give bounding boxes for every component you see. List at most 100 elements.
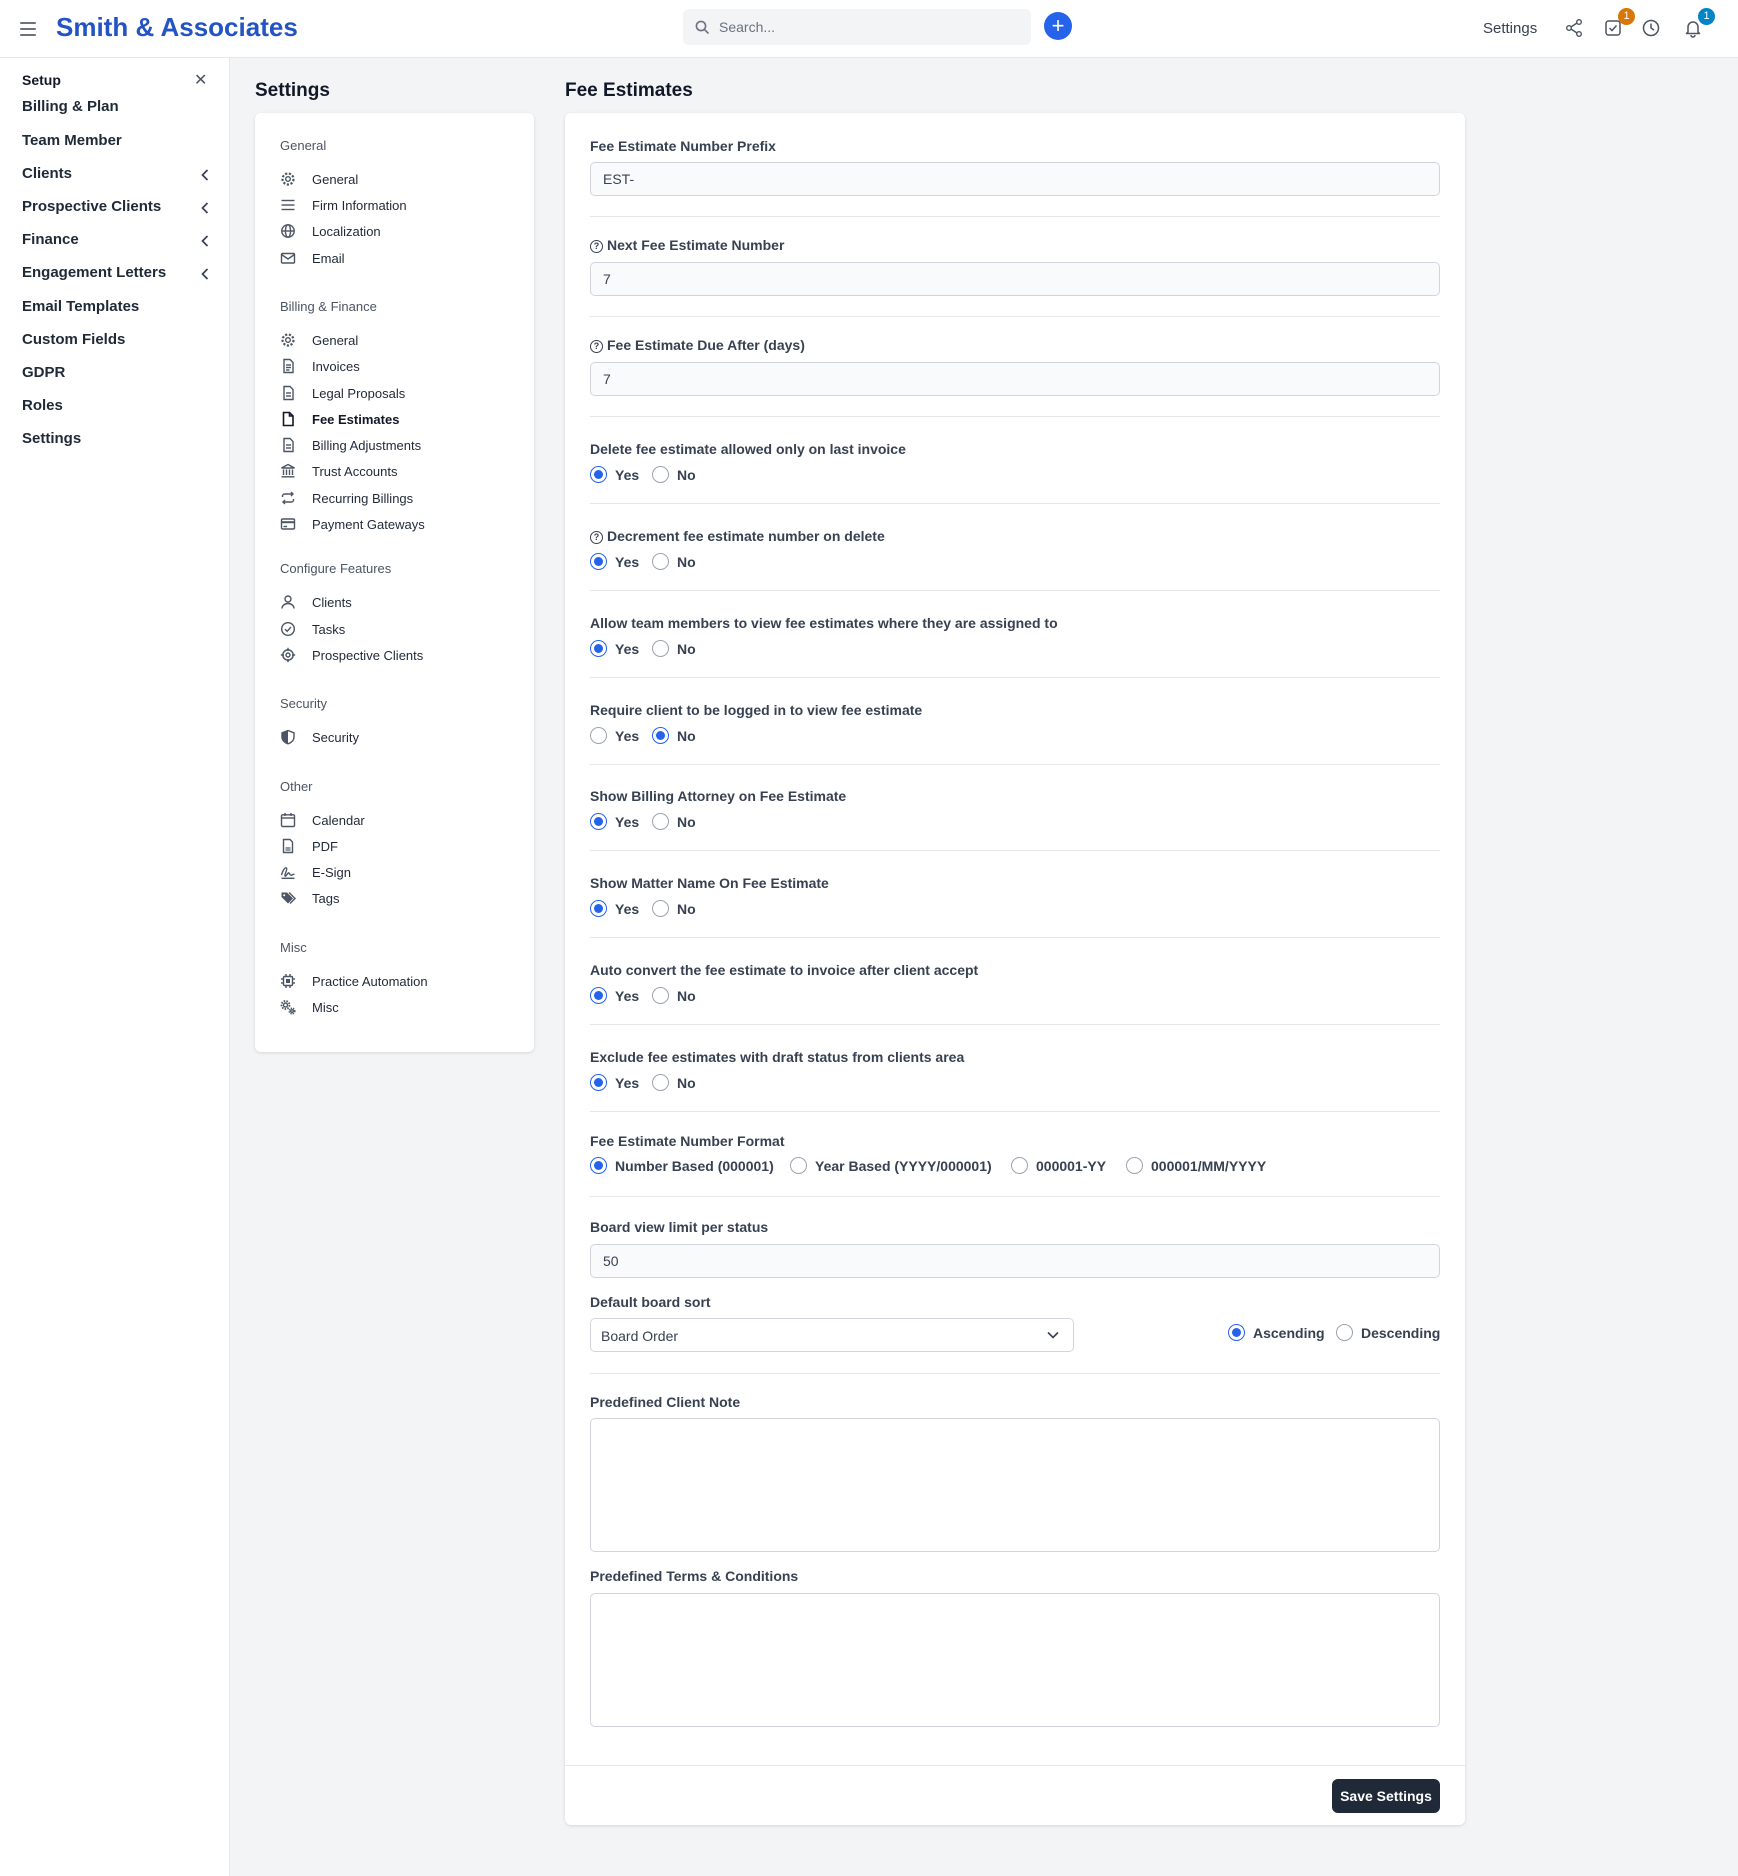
radio-circle[interactable]: [590, 553, 607, 570]
radio-circle[interactable]: [590, 1074, 607, 1091]
toggle-label: Allow team members to view fee estimates…: [590, 615, 1058, 631]
nav-item-fee-estimates[interactable]: Fee Estimates: [280, 409, 520, 431]
chevron-left-icon: [200, 168, 210, 186]
radio-circle[interactable]: [1011, 1157, 1028, 1174]
prefix-input[interactable]: [590, 162, 1440, 196]
nav-group-label: Billing & Finance: [280, 299, 377, 314]
setup-item-billing-plan[interactable]: Billing & Plan: [22, 98, 212, 122]
radio-circle[interactable]: [652, 1074, 669, 1091]
radio-circle[interactable]: [652, 813, 669, 830]
radio-circle[interactable]: [590, 1157, 607, 1174]
radio-circle[interactable]: [652, 466, 669, 483]
nav-item-localization[interactable]: Localization: [280, 221, 520, 243]
nav-item-legal-proposals[interactable]: Legal Proposals: [280, 383, 520, 405]
board-sort-select[interactable]: Board Order: [590, 1318, 1074, 1352]
tasks-icon[interactable]: 1: [1603, 8, 1635, 40]
client-note-textarea[interactable]: [590, 1418, 1440, 1552]
close-icon[interactable]: ✕: [194, 70, 207, 90]
nav-item-tasks[interactable]: Tasks: [280, 619, 520, 641]
radio-label: Ascending: [1253, 1325, 1325, 1341]
setup-item-gdpr[interactable]: GDPR: [22, 364, 212, 388]
nav-item-pdf[interactable]: PDF: [280, 836, 520, 858]
radio-circle[interactable]: [652, 553, 669, 570]
settings-link[interactable]: Settings: [1483, 20, 1537, 37]
search-box[interactable]: [683, 9, 1031, 45]
radio-circle[interactable]: [590, 466, 607, 483]
add-new-button[interactable]: +: [1044, 12, 1072, 40]
radio-label: No: [677, 1075, 696, 1091]
radio-circle[interactable]: [1336, 1324, 1353, 1341]
nav-item-security[interactable]: Security: [280, 727, 520, 749]
board-limit-input[interactable]: [590, 1244, 1440, 1278]
radio-circle[interactable]: [652, 727, 669, 744]
share-icon[interactable]: [1564, 18, 1586, 40]
setup-item-settings[interactable]: Settings: [22, 430, 212, 454]
menu-icon[interactable]: [20, 18, 36, 38]
radio-label: No: [677, 641, 696, 657]
radio-circle[interactable]: [1126, 1157, 1143, 1174]
calendar-icon: [280, 813, 296, 828]
radio-circle[interactable]: [1228, 1324, 1245, 1341]
radio-label: Yes: [615, 814, 640, 830]
radio-circle[interactable]: [652, 987, 669, 1004]
brand-title[interactable]: Smith & Associates: [56, 12, 298, 43]
radio-circle[interactable]: [652, 640, 669, 657]
due-after-input[interactable]: [590, 362, 1440, 396]
nav-item-e-sign[interactable]: E-Sign: [280, 862, 520, 884]
gear-icon: [281, 333, 295, 347]
setup-item-roles[interactable]: Roles: [22, 397, 212, 421]
nav-item-tags[interactable]: Tags: [280, 888, 520, 910]
setup-item-finance[interactable]: Finance: [22, 231, 212, 255]
fee-estimates-form: Fee Estimate Number Prefix ? Next Fee Est…: [565, 113, 1465, 1825]
chevron-down-icon: [1047, 1331, 1059, 1339]
setup-sidebar: Setup ✕ Billing & Plan Team Member Clients…: [0, 58, 230, 1876]
nav-item-label: Prospective Clients: [312, 648, 424, 663]
radio-circle[interactable]: [590, 813, 607, 830]
setup-item-custom-fields[interactable]: Custom Fields: [22, 331, 212, 355]
radio-circle[interactable]: [652, 900, 669, 917]
nav-item-payment-gateways[interactable]: Payment Gateways: [280, 514, 520, 536]
next-number-input[interactable]: [590, 262, 1440, 296]
nav-item-prospective-clients[interactable]: Prospective Clients: [280, 645, 520, 667]
nav-item-misc[interactable]: Misc: [280, 997, 520, 1019]
terms-textarea[interactable]: [590, 1593, 1440, 1727]
invoice-icon: [283, 358, 294, 374]
credit-card-icon: [280, 518, 296, 530]
yes-no-radios: Yes No: [590, 812, 790, 832]
radio-label: No: [677, 901, 696, 917]
setup-item-label: Prospective Clients: [22, 198, 162, 215]
nav-item-clients[interactable]: Clients: [280, 592, 520, 614]
bell-icon[interactable]: 1: [1683, 8, 1715, 40]
nav-item-invoices[interactable]: Invoices: [280, 356, 520, 378]
nav-item-general[interactable]: General: [280, 169, 520, 191]
toggle-label-text: Delete fee estimate allowed only on last…: [590, 441, 906, 457]
nav-item-email[interactable]: Email: [280, 248, 520, 270]
nav-item-recurring-billings[interactable]: Recurring Billings: [280, 488, 520, 510]
search-input[interactable]: [719, 9, 1019, 45]
radio-circle[interactable]: [790, 1157, 807, 1174]
clock-icon[interactable]: [1641, 18, 1663, 40]
setup-item-clients[interactable]: Clients: [22, 165, 212, 189]
help-icon[interactable]: ?: [590, 240, 603, 253]
radio-circle[interactable]: [590, 987, 607, 1004]
radio-label: Number Based (000001): [615, 1158, 774, 1174]
setup-item-label: Custom Fields: [22, 331, 126, 348]
save-settings-button[interactable]: Save Settings: [1332, 1779, 1440, 1813]
nav-item-trust-accounts[interactable]: Trust Accounts: [280, 461, 520, 483]
nav-item-billing-adjustments[interactable]: Billing Adjustments: [280, 435, 520, 457]
nav-item-label: Misc: [312, 1000, 339, 1015]
setup-item-email-templates[interactable]: Email Templates: [22, 298, 212, 322]
help-icon[interactable]: ?: [590, 340, 603, 353]
setup-item-prospective-clients[interactable]: Prospective Clients: [22, 198, 212, 222]
nav-item-practice-automation[interactable]: Practice Automation: [280, 971, 520, 993]
nav-item-label: PDF: [312, 839, 338, 854]
radio-circle[interactable]: [590, 727, 607, 744]
nav-item-firm-information[interactable]: Firm Information: [280, 195, 520, 217]
help-icon[interactable]: ?: [590, 531, 603, 544]
nav-item-calendar[interactable]: Calendar: [280, 810, 520, 832]
setup-item-team-member[interactable]: Team Member: [22, 132, 212, 156]
radio-circle[interactable]: [590, 900, 607, 917]
setup-item-engagement-letters[interactable]: Engagement Letters: [22, 264, 212, 288]
radio-circle[interactable]: [590, 640, 607, 657]
nav-item-general[interactable]: General: [280, 330, 520, 352]
